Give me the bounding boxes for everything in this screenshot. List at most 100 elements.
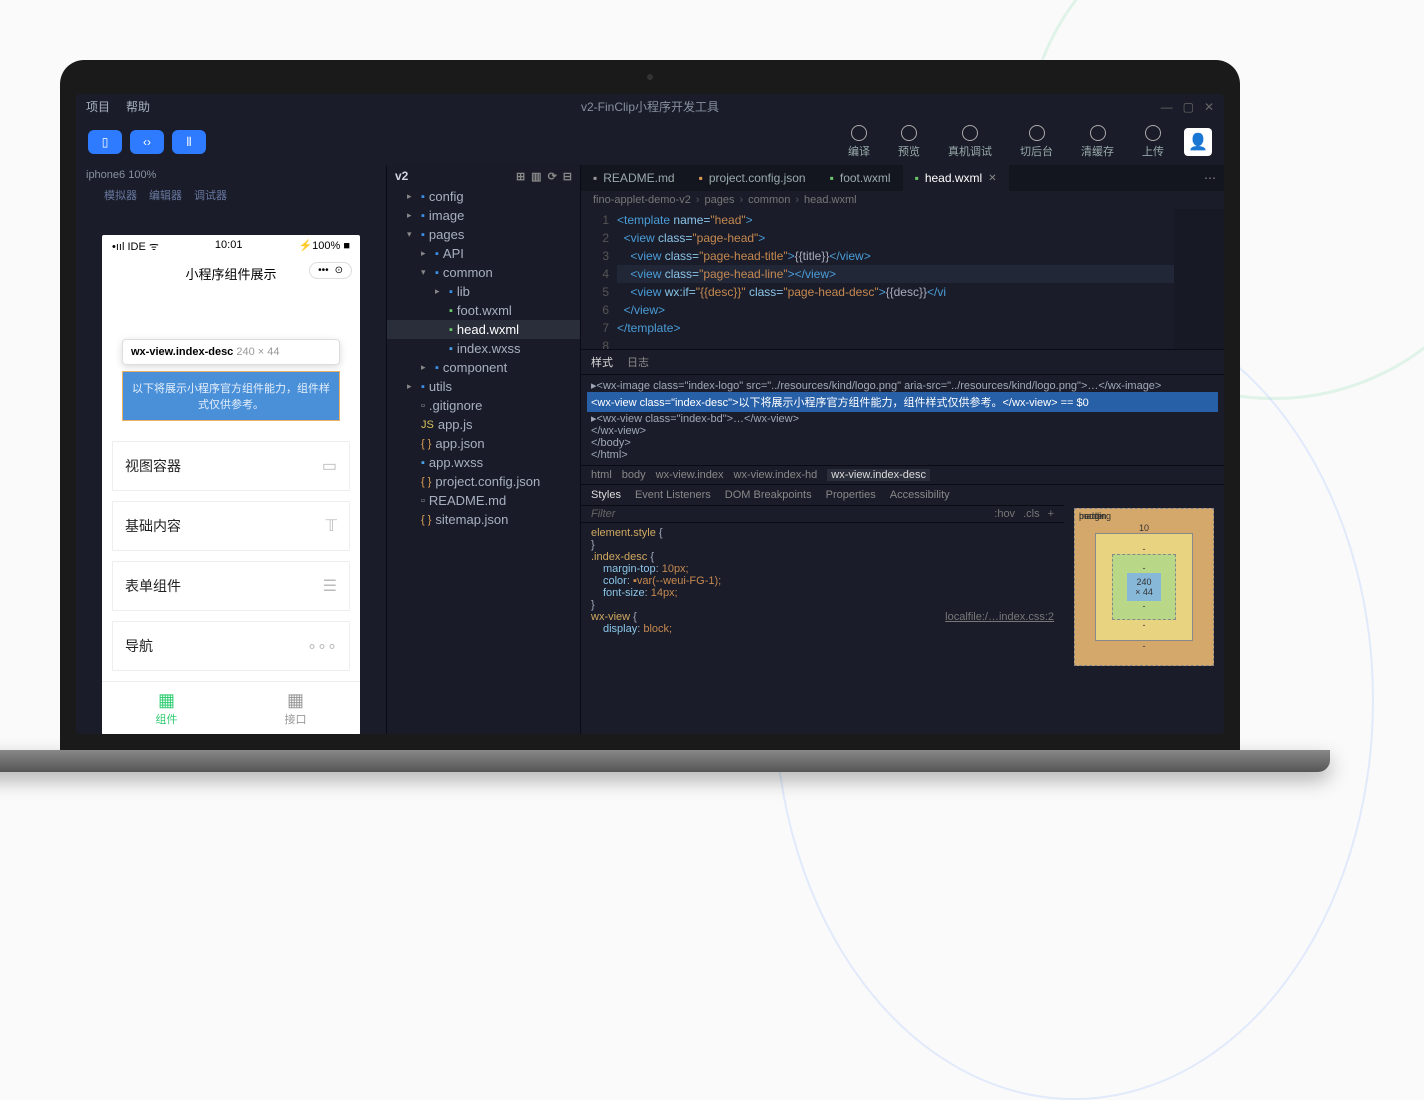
devtools-tab-log[interactable]: 日志	[627, 354, 649, 370]
breadcrumb-segment[interactable]: fino-applet-demo-v2	[593, 194, 691, 206]
dom-crumb[interactable]: body	[622, 469, 646, 481]
file-item[interactable]: ▪app.wxss	[387, 453, 580, 472]
filter-input[interactable]: Filter	[591, 508, 615, 520]
remote-button[interactable]: 真机调试	[948, 125, 992, 159]
folder-item[interactable]: ▸▪config	[387, 187, 580, 206]
list-item[interactable]: 表单组件☰	[112, 561, 350, 611]
breadcrumb-segment[interactable]: common	[748, 194, 790, 206]
editor-tab[interactable]: ▪README.md	[581, 165, 687, 191]
styles-subtab[interactable]: Accessibility	[890, 489, 950, 501]
box-model: margin 10 border - padding - 240 × 4	[1064, 485, 1224, 689]
cls-button[interactable]: .cls	[1023, 508, 1040, 520]
debugger-toggle[interactable]: ⫴	[172, 130, 206, 154]
file-item[interactable]: { }project.config.json	[387, 472, 580, 491]
styles-subtab[interactable]: Properties	[826, 489, 876, 501]
minimap[interactable]	[1174, 209, 1224, 349]
phone-title: 小程序组件展示	[185, 267, 276, 282]
dom-tree[interactable]: ▸<wx-image class="index-logo" src="../re…	[581, 375, 1224, 465]
camera-dot	[647, 74, 653, 80]
switch-button[interactable]: 切后台	[1020, 125, 1053, 159]
file-item[interactable]: { }sitemap.json	[387, 510, 580, 529]
list-item[interactable]: 基础内容𝕋	[112, 501, 350, 551]
list-item[interactable]: 视图容器▭	[112, 441, 350, 491]
folder-item[interactable]: ▾▪pages	[387, 225, 580, 244]
css-rules[interactable]: element.style {}.index-desc {</span>marg…	[581, 523, 1064, 639]
phone-preview: •ııl IDE ᯤ 10:01 ⚡100% ■ 小程序组件展示 •••⊙ wx…	[102, 235, 360, 734]
devtools-panel: 样式 日志 ▸<wx-image class="index-logo" src=…	[581, 349, 1224, 689]
highlighted-element[interactable]: 以下将展示小程序官方组件能力，组件样式仅供参考。	[122, 371, 340, 421]
ide-window: 项目 帮助 v2-FinClip小程序开发工具 — ▢ ✕ ▯ ‹› ⫴ 模拟器	[76, 94, 1224, 734]
breadcrumb-segment[interactable]: pages	[705, 194, 735, 206]
folder-item[interactable]: ▸▪utils	[387, 377, 580, 396]
dom-breadcrumb: html body wx-view.index wx-view.index-hd wx-…	[581, 465, 1224, 485]
device-label: iphone6 100%	[76, 165, 386, 185]
folder-item[interactable]: ▸▪component	[387, 358, 580, 377]
maximize-icon[interactable]: ▢	[1183, 100, 1194, 114]
project-root[interactable]: v2	[395, 169, 408, 183]
folder-item[interactable]: ▾▪common	[387, 263, 580, 282]
editor-toggle[interactable]: ‹›	[130, 130, 164, 154]
phone-signal: •ııl IDE ᯤ	[112, 239, 159, 254]
hov-button[interactable]: :hov	[994, 508, 1015, 520]
file-explorer: v2 ⊞ ▥ ⟳ ⊟ ▸▪config▸▪image▾▪pages▸▪API▾▪…	[386, 165, 581, 734]
dom-crumb[interactable]: wx-view.index	[656, 469, 724, 481]
file-item[interactable]: ▪foot.wxml	[387, 301, 580, 320]
pill-label: 模拟器	[104, 187, 137, 203]
laptop-frame: 项目 帮助 v2-FinClip小程序开发工具 — ▢ ✕ ▯ ‹› ⫴ 模拟器	[60, 60, 1240, 772]
add-rule-button[interactable]: +	[1048, 508, 1054, 520]
menubar: 项目 帮助 v2-FinClip小程序开发工具 — ▢ ✕	[76, 94, 1224, 119]
dom-crumb[interactable]: html	[591, 469, 612, 481]
menu-help[interactable]: 帮助	[126, 98, 150, 115]
compile-button[interactable]: 编译	[848, 125, 870, 159]
dom-crumb[interactable]: wx-view.index-desc	[827, 469, 930, 481]
upload-button[interactable]: 上传	[1142, 125, 1164, 159]
phone-tab[interactable]: ▦组件	[102, 682, 231, 734]
dom-crumb[interactable]: wx-view.index-hd	[734, 469, 818, 481]
breadcrumb-segment[interactable]: head.wxml	[804, 194, 857, 206]
window-title: v2-FinClip小程序开发工具	[581, 98, 719, 115]
phone-time: 10:01	[215, 239, 243, 254]
file-item[interactable]: ▪index.wxss	[387, 339, 580, 358]
file-item[interactable]: ▪head.wxml	[387, 320, 580, 339]
editor-tab[interactable]: ▪head.wxml✕	[903, 165, 1009, 191]
more-tabs-icon[interactable]: ⋯	[1196, 171, 1224, 185]
new-file-icon[interactable]: ⊞	[516, 170, 525, 183]
editor-tab[interactable]: ▪project.config.json	[687, 165, 818, 191]
refresh-icon[interactable]: ⟳	[548, 170, 557, 183]
clear-button[interactable]: 清缓存	[1081, 125, 1114, 159]
preview-button[interactable]: 预览	[898, 125, 920, 159]
devtools-tab-styles[interactable]: 样式	[591, 354, 613, 370]
file-item[interactable]: { }app.json	[387, 434, 580, 453]
toolbar: ▯ ‹› ⫴ 模拟器 编辑器 调试器 编译预览真机调试切后台清缓存上传 👤	[76, 119, 1224, 165]
close-tab-icon[interactable]: ✕	[988, 173, 996, 184]
list-item[interactable]: 导航∘∘∘	[112, 621, 350, 671]
file-item[interactable]: ▫.gitignore	[387, 396, 580, 415]
breadcrumb: fino-applet-demo-v2›pages›common›head.wx…	[581, 191, 1224, 209]
folder-item[interactable]: ▸▪API	[387, 244, 580, 263]
simulator-toggle[interactable]: ▯	[88, 130, 122, 154]
code-viewport[interactable]: 12345678 <template name="head"> <view cl…	[581, 209, 1224, 349]
file-item[interactable]: ▫README.md	[387, 491, 580, 510]
phone-battery: ⚡100% ■	[298, 239, 350, 254]
editor-tab[interactable]: ▪foot.wxml	[818, 165, 903, 191]
file-item[interactable]: JSapp.js	[387, 415, 580, 434]
editor-panel: ▪README.md▪project.config.json▪foot.wxml…	[581, 165, 1224, 734]
user-avatar[interactable]: 👤	[1184, 128, 1212, 156]
pill-label: 调试器	[194, 187, 227, 203]
phone-capsule[interactable]: •••⊙	[309, 262, 352, 279]
minimize-icon[interactable]: —	[1161, 100, 1173, 114]
pill-label: 编辑器	[149, 187, 182, 203]
menu-project[interactable]: 项目	[86, 98, 110, 115]
styles-subtab[interactable]: Styles	[591, 489, 621, 501]
phone-tab[interactable]: ▦接口	[231, 682, 360, 734]
editor-tabs: ▪README.md▪project.config.json▪foot.wxml…	[581, 165, 1224, 191]
folder-item[interactable]: ▸▪lib	[387, 282, 580, 301]
folder-item[interactable]: ▸▪image	[387, 206, 580, 225]
collapse-icon[interactable]: ⊟	[563, 170, 572, 183]
laptop-base	[0, 750, 1330, 772]
styles-subtab[interactable]: Event Listeners	[635, 489, 711, 501]
styles-subtab[interactable]: DOM Breakpoints	[725, 489, 812, 501]
close-icon[interactable]: ✕	[1204, 100, 1214, 114]
new-folder-icon[interactable]: ▥	[531, 170, 541, 183]
inspect-tooltip: wx-view.index-desc 240 × 44	[122, 339, 340, 365]
